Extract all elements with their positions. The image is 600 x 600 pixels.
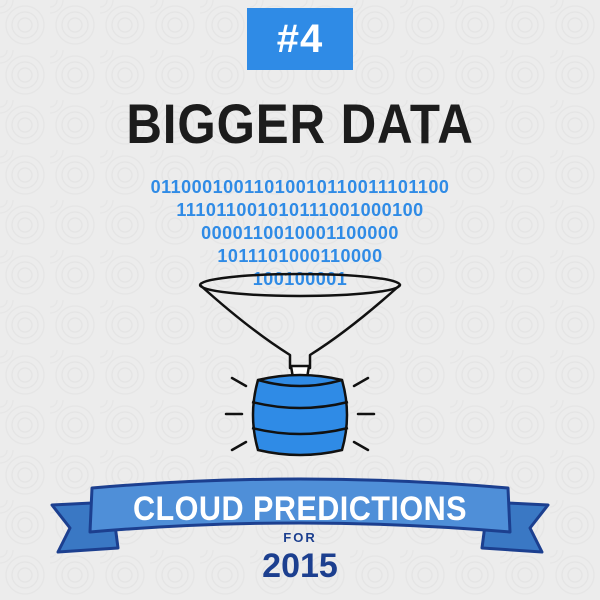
banner-title: CLOUD PREDICTIONS [132,490,468,528]
funnel-icon [198,272,402,382]
for-label: FOR [283,530,317,545]
database-icon [251,373,349,457]
year-label: 2015 [262,547,338,585]
